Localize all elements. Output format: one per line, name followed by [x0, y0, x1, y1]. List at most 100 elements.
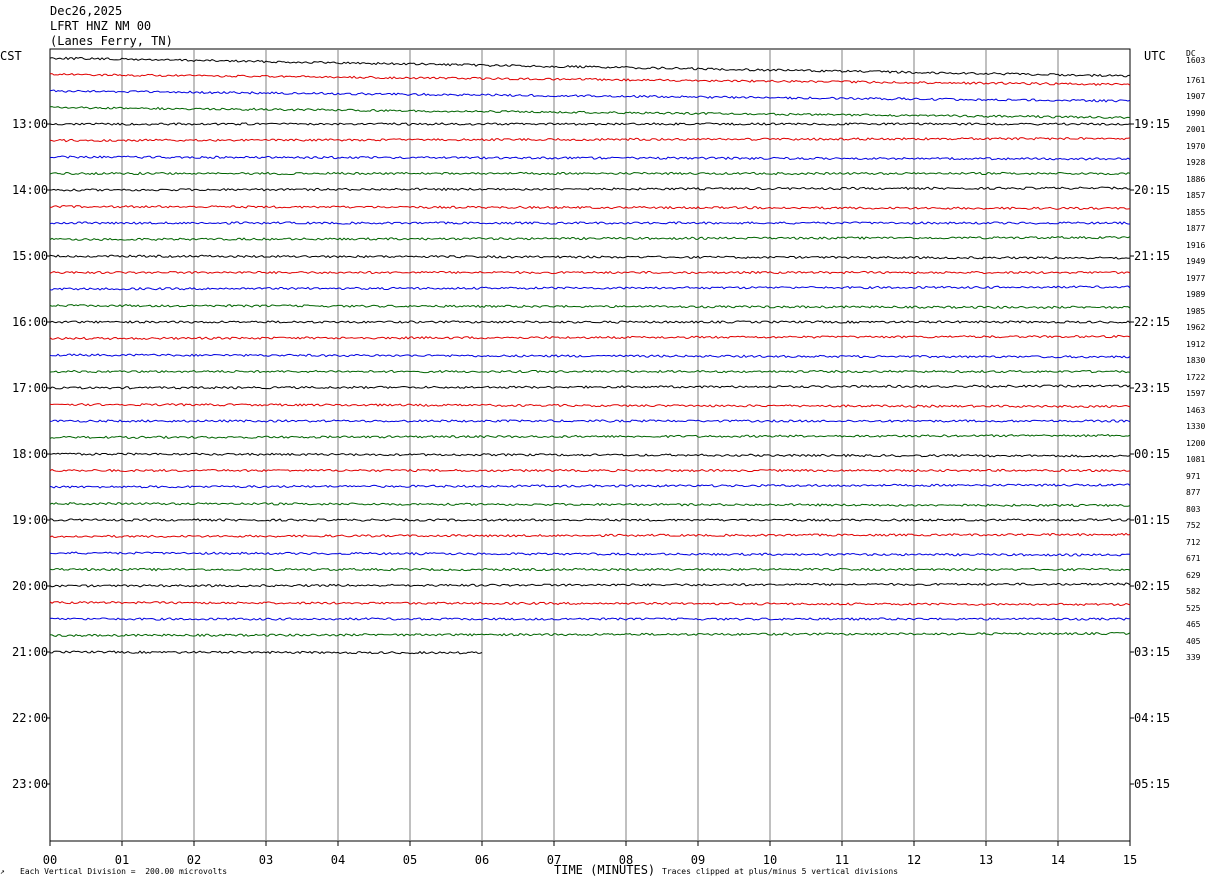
utc-hour-label: 23:15 — [1134, 381, 1171, 395]
dc-offset-label: 1912 — [1186, 339, 1206, 349]
seismic-trace — [49, 452, 1131, 458]
plot-date: Dec26,2025 — [50, 4, 123, 18]
seismic-trace — [49, 56, 1131, 78]
seismic-trace — [49, 186, 1131, 192]
seismic-trace — [49, 204, 1131, 211]
minute-grid — [46, 49, 1134, 846]
seismic-trace — [49, 567, 1131, 572]
seismic-trace — [49, 532, 1131, 538]
seismic-trace — [49, 221, 1130, 225]
cst-axis-title: CST — [0, 49, 22, 63]
x-axis-title: TIME (MINUTES) — [554, 863, 656, 877]
scale-note: Each Vertical Division = 200.00 microvol… — [20, 867, 228, 876]
dc-offset-label: 712 — [1186, 537, 1201, 547]
cst-hour-label: 13:00 — [12, 117, 49, 131]
x-tick-label: 11 — [834, 853, 850, 867]
cst-hour-label: 15:00 — [12, 249, 49, 263]
dc-offset-label: 1761 — [1186, 75, 1206, 85]
x-tick-label: 04 — [330, 853, 346, 867]
seismic-trace — [49, 402, 1131, 409]
dc-offset-label: 1722 — [1186, 372, 1206, 382]
utc-hour-label: 19:15 — [1134, 117, 1171, 131]
seismic-trace — [49, 384, 1131, 390]
dc-offset-label: 671 — [1186, 554, 1201, 563]
dc-offset-label: 1990 — [1186, 108, 1206, 118]
plot-frame — [49, 48, 1131, 842]
seismic-trace — [49, 106, 1131, 120]
cst-hour-label: 20:00 — [12, 579, 49, 593]
dc-offset-label: 1200 — [1186, 438, 1206, 448]
seismic-trace — [49, 502, 1131, 508]
cst-hour-label: 22:00 — [12, 711, 49, 725]
dc-offset-label: 1962 — [1186, 323, 1206, 332]
x-tick-label: 10 — [762, 853, 778, 867]
x-tick-label: 02 — [186, 853, 202, 867]
seismic-trace — [49, 334, 1131, 341]
seismic-trace — [49, 600, 1131, 607]
utc-hour-label: 20:15 — [1134, 183, 1171, 197]
x-tick-label: 12 — [906, 853, 922, 867]
utc-hour-label: 03:15 — [1134, 645, 1171, 659]
dc-offset-label: 525 — [1186, 603, 1201, 613]
seismic-trace — [49, 433, 1131, 439]
cst-hour-label: 21:00 — [12, 645, 49, 659]
seismic-trace — [49, 353, 1131, 359]
helicorder-plot — [46, 48, 1134, 846]
utc-hour-label: 02:15 — [1134, 579, 1171, 593]
dc-offset-label: 1081 — [1186, 455, 1206, 464]
seismic-trace — [49, 89, 1131, 103]
seismic-trace — [49, 551, 1131, 557]
seismic-trace — [49, 73, 1131, 86]
dc-offset-label: 1907 — [1186, 92, 1206, 101]
x-tick-label: 00 — [42, 853, 58, 867]
dc-offset-label: 1857 — [1186, 191, 1206, 200]
dc-offset-label: 1330 — [1186, 422, 1206, 431]
cst-hour-label: 17:00 — [12, 381, 49, 395]
x-tick-label: 05 — [402, 853, 418, 867]
dc-offset-label: 405 — [1186, 636, 1201, 646]
x-tick-label: 03 — [258, 853, 274, 867]
dc-offset-label: 752 — [1186, 521, 1201, 530]
seismic-trace — [49, 235, 1131, 241]
x-tick-label: 09 — [690, 853, 706, 867]
dc-offset-label: 1886 — [1186, 174, 1206, 184]
x-tick-label: 01 — [114, 853, 130, 867]
seismic-trace — [49, 631, 1131, 638]
utc-axis-title: UTC — [1144, 49, 1166, 63]
seismic-trace — [49, 137, 1131, 143]
utc-hour-label: 00:15 — [1134, 447, 1171, 461]
dc-offset-label: 1877 — [1186, 224, 1206, 233]
dc-offset-label: 1977 — [1186, 273, 1206, 283]
dc-offset-label: 1928 — [1186, 158, 1206, 167]
dc-offset-label: 1855 — [1186, 207, 1206, 217]
station-code: LFRT HNZ NM 00 — [50, 19, 152, 33]
seismic-trace — [49, 270, 1131, 275]
seismic-trace — [49, 155, 1131, 161]
seismic-trace — [49, 582, 1131, 588]
utc-hour-label: 04:15 — [1134, 711, 1171, 725]
x-tick-label: 13 — [978, 853, 994, 867]
x-tick-label: 06 — [474, 853, 490, 867]
seismic-trace — [49, 285, 1131, 291]
utc-hour-label: 21:15 — [1134, 249, 1171, 263]
dc-offset-label: 1949 — [1186, 257, 1206, 266]
trace-layer — [49, 56, 1131, 655]
dc-offset-label: 1916 — [1186, 240, 1206, 250]
dc-offset-label: 339 — [1186, 653, 1201, 662]
x-tick-label: 15 — [1122, 853, 1138, 867]
seismic-trace — [49, 518, 1130, 522]
seismic-trace — [49, 483, 1131, 489]
dc-offset-label: 1830 — [1186, 356, 1206, 365]
dc-offset-label: 971 — [1186, 471, 1201, 481]
seismic-trace — [49, 419, 1131, 423]
dc-offset-label: 2001 — [1186, 125, 1206, 134]
cst-hour-label: 23:00 — [12, 777, 49, 791]
station-location: (Lanes Ferry, TN) — [50, 34, 173, 48]
dc-offset-label: 1989 — [1186, 290, 1206, 299]
seismic-trace — [49, 304, 1131, 310]
seismic-trace — [49, 171, 1131, 176]
dc-offset-label: 629 — [1186, 570, 1201, 580]
seismic-trace — [49, 617, 1130, 621]
dc-offset-label: 465 — [1186, 620, 1201, 629]
cst-hour-label: 16:00 — [12, 315, 49, 329]
